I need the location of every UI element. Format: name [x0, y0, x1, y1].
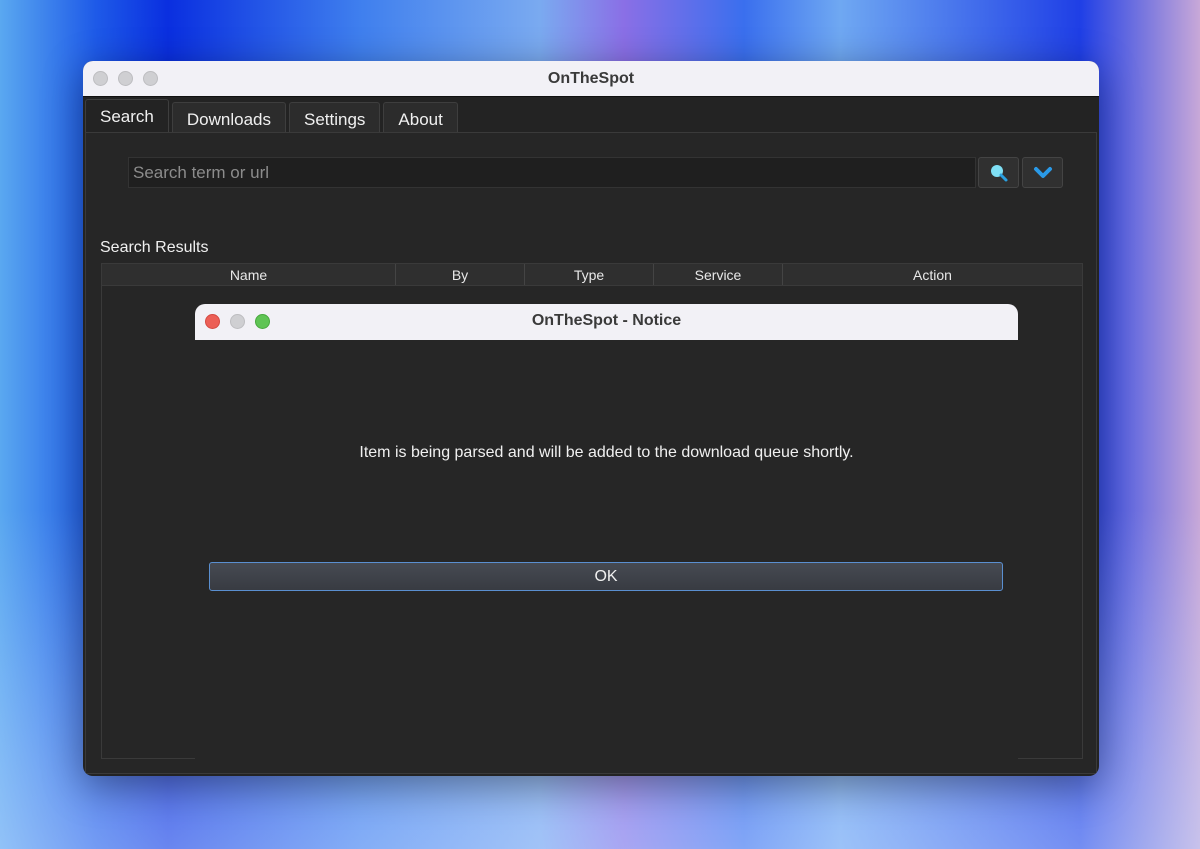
zoom-button[interactable]: [143, 71, 158, 86]
options-dropdown-button[interactable]: [1022, 157, 1063, 188]
column-action[interactable]: Action: [783, 264, 1082, 285]
dialog-title: OnTheSpot - Notice: [531, 312, 682, 329]
search-input[interactable]: Search term or url: [128, 157, 976, 188]
tab-about[interactable]: About: [383, 102, 458, 135]
search-icon: [990, 164, 1007, 181]
tab-settings[interactable]: Settings: [288, 102, 381, 135]
table-header: Name By Type Service Action: [102, 264, 1082, 286]
dialog-zoom-button[interactable]: [255, 314, 270, 329]
column-type[interactable]: Type: [525, 264, 654, 285]
dialog-body: Item is being parsed and will be added t…: [195, 340, 1018, 764]
column-service[interactable]: Service: [654, 264, 783, 285]
dialog-minimize-button[interactable]: [230, 314, 245, 329]
close-button[interactable]: [93, 71, 108, 86]
window-title: OnTheSpot: [547, 70, 635, 87]
search-results-label: Search Results: [100, 239, 209, 256]
chevron-down-icon: [1033, 166, 1052, 178]
search-button[interactable]: [978, 157, 1019, 188]
title-bar: OnTheSpot: [83, 61, 1099, 97]
notice-dialog: OnTheSpot - Notice Item is being parsed …: [195, 304, 1018, 764]
column-by[interactable]: By: [396, 264, 525, 285]
tab-search[interactable]: Search: [85, 99, 169, 135]
dialog-message: Item is being parsed and will be added t…: [359, 444, 854, 461]
ok-button[interactable]: OK: [209, 562, 1003, 591]
tab-bar: Search Downloads Settings About: [85, 99, 458, 135]
minimize-button[interactable]: [118, 71, 133, 86]
column-name[interactable]: Name: [102, 264, 396, 285]
dialog-close-button[interactable]: [205, 314, 220, 329]
dialog-title-bar: OnTheSpot - Notice: [195, 304, 1018, 340]
tab-downloads[interactable]: Downloads: [171, 102, 286, 135]
